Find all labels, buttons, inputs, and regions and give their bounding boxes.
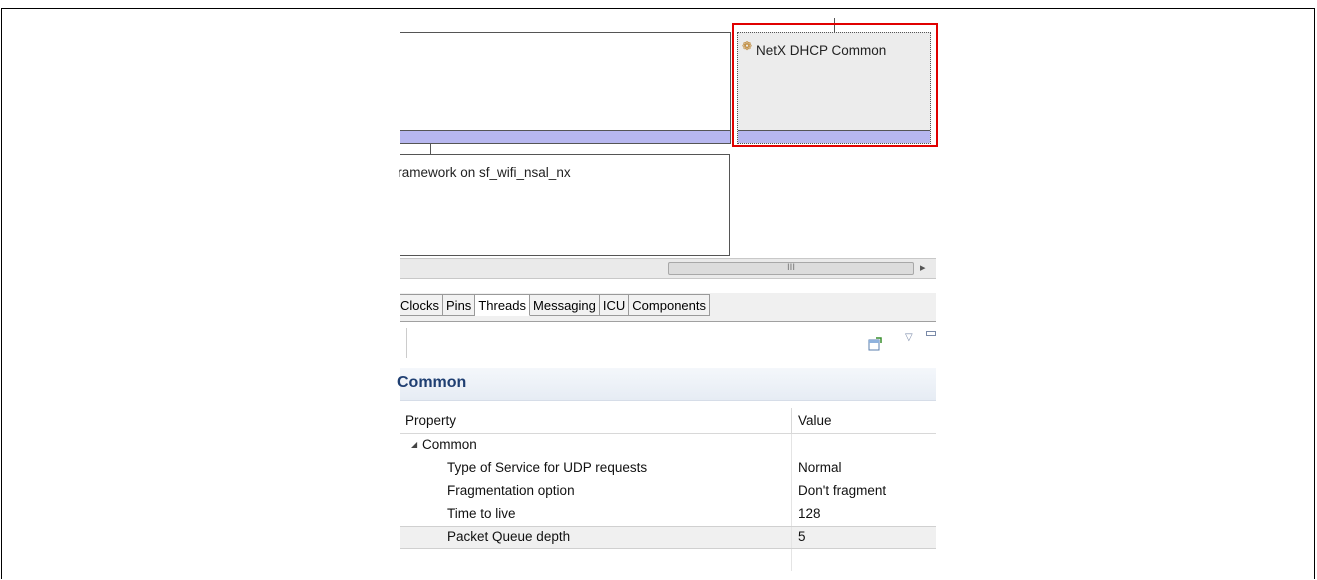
property-name: Time to live	[447, 506, 516, 521]
column-header-property[interactable]: Property	[405, 413, 456, 428]
tab-threads[interactable]: Threads	[475, 294, 531, 316]
tab-messaging[interactable]: Messaging	[530, 294, 600, 316]
expand-collapse-icon[interactable]: ◢	[411, 440, 417, 449]
column-divider	[791, 480, 792, 503]
diagram-block-framework[interactable]: Framework on sf_wifi_nsal_nx	[389, 154, 730, 256]
toolbar-left-edge	[400, 328, 407, 358]
frame-left-line	[1, 150, 2, 260]
tab-icu[interactable]: ICU	[599, 294, 630, 316]
column-divider	[791, 457, 792, 480]
table-row-selected[interactable]: Packet Queue depth 5	[400, 526, 936, 549]
column-divider	[791, 503, 792, 526]
tab-strip: Clocks Pins Threads Messaging ICU Compon…	[400, 294, 710, 320]
panel-title: Common	[397, 374, 467, 391]
property-name: Fragmentation option	[447, 483, 575, 498]
table-row[interactable]: Fragmentation option Don't fragment	[400, 480, 936, 503]
scrollbar-grip: III	[787, 263, 795, 273]
property-value[interactable]: Normal	[798, 460, 842, 475]
clip-mask	[0, 150, 399, 260]
block-bar	[400, 130, 730, 143]
tab-pins[interactable]: Pins	[443, 294, 476, 316]
diagram-block-left[interactable]	[400, 32, 731, 144]
minimize-icon[interactable]	[926, 331, 936, 336]
column-divider	[791, 549, 792, 571]
property-name: Packet Queue depth	[447, 529, 571, 544]
property-value[interactable]: 5	[798, 529, 806, 544]
tab-clocks[interactable]: Clocks	[400, 294, 444, 316]
column-divider	[791, 434, 792, 457]
group-label: Common	[422, 437, 477, 452]
panel-title-bar: Common	[397, 368, 936, 401]
column-divider	[791, 408, 792, 434]
horizontal-scrollbar[interactable]: III ▸	[400, 258, 936, 279]
new-pin-icon[interactable]	[868, 337, 882, 351]
property-value[interactable]: 128	[798, 506, 821, 521]
column-header-value[interactable]: Value	[798, 413, 832, 428]
property-value[interactable]: Don't fragment	[798, 483, 886, 498]
table-row[interactable]: Type of Service for UDP requests Normal	[400, 457, 936, 480]
view-menu-icon[interactable]: ▽	[905, 332, 913, 343]
table-row[interactable]: Time to live 128	[400, 503, 936, 526]
block-label: Framework on sf_wifi_nsal_nx	[389, 165, 571, 180]
table-row-group[interactable]: ◢ Common	[400, 434, 936, 457]
highlight-box	[732, 23, 938, 147]
table-row-empty	[400, 549, 936, 572]
scroll-right-arrow-icon[interactable]: ▸	[920, 261, 926, 274]
scrollbar-thumb[interactable]: III	[668, 262, 914, 275]
column-divider	[791, 527, 792, 548]
properties-toolbar: ▽	[400, 326, 936, 362]
property-name: Type of Service for UDP requests	[447, 460, 648, 475]
table-header: Property Value	[400, 408, 936, 434]
tab-components[interactable]: Components	[629, 294, 710, 316]
